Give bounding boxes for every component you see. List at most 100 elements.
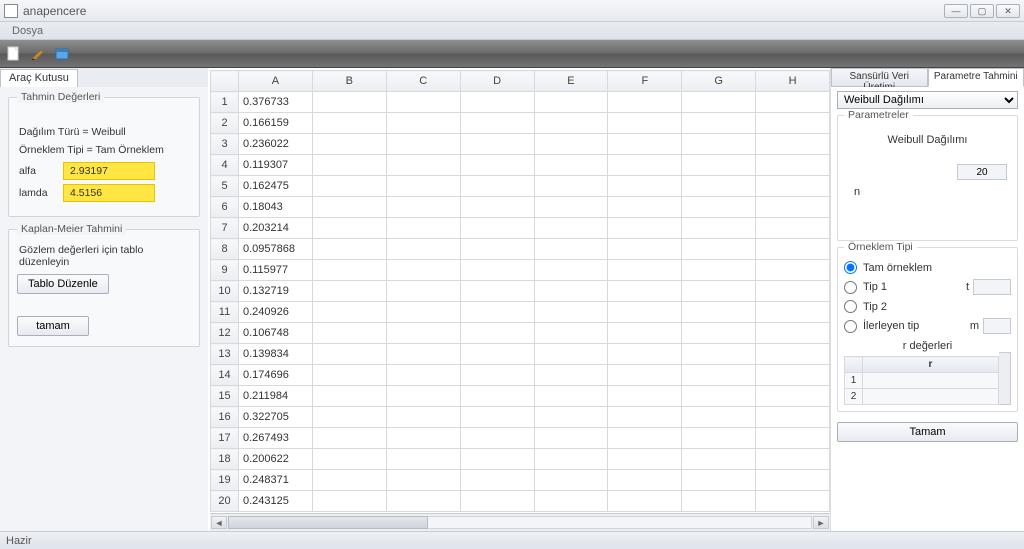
cell[interactable] [608, 365, 682, 386]
cell[interactable] [682, 407, 756, 428]
cell[interactable]: 0.211984 [239, 386, 313, 407]
tamam-button[interactable]: Tamam [837, 422, 1018, 442]
cell[interactable]: 0.200622 [239, 449, 313, 470]
cell[interactable] [460, 260, 534, 281]
scroll-left-arrow-icon[interactable]: ◄ [211, 516, 227, 529]
left-tab-toolbox[interactable]: Araç Kutusu [0, 69, 78, 87]
cell[interactable] [756, 491, 830, 512]
cell[interactable] [756, 176, 830, 197]
new-icon[interactable] [6, 46, 22, 62]
cell[interactable] [386, 113, 460, 134]
tab-parameter-estimate[interactable]: Parametre Tahmini [928, 68, 1024, 87]
cell[interactable] [534, 155, 608, 176]
cell[interactable] [608, 302, 682, 323]
row-header[interactable]: 14 [211, 365, 239, 386]
row-header[interactable]: 20 [211, 491, 239, 512]
cell[interactable]: 0.115977 [239, 260, 313, 281]
m-input[interactable] [983, 318, 1011, 334]
cell[interactable] [312, 428, 386, 449]
row-header[interactable]: 4 [211, 155, 239, 176]
cell[interactable] [608, 197, 682, 218]
edit-icon[interactable] [30, 46, 46, 62]
scroll-thumb[interactable] [228, 516, 428, 529]
data-grid[interactable]: ABCDEFGH10.37673320.16615930.23602240.11… [210, 70, 830, 512]
cell[interactable] [312, 386, 386, 407]
cell[interactable] [386, 323, 460, 344]
cell[interactable] [608, 113, 682, 134]
cell[interactable] [312, 176, 386, 197]
cell[interactable] [756, 449, 830, 470]
menu-file[interactable]: Dosya [6, 23, 49, 39]
cell[interactable] [534, 449, 608, 470]
cell[interactable] [756, 386, 830, 407]
row-header[interactable]: 19 [211, 470, 239, 491]
cell[interactable] [312, 113, 386, 134]
minimize-button[interactable]: — [944, 4, 968, 18]
row-header[interactable]: 5 [211, 176, 239, 197]
cell[interactable] [682, 92, 756, 113]
radio-tip1[interactable] [844, 281, 857, 294]
r-table-scrollbar[interactable] [999, 352, 1011, 405]
cell[interactable]: 0.166159 [239, 113, 313, 134]
cell[interactable]: 0.236022 [239, 134, 313, 155]
cell[interactable] [460, 323, 534, 344]
cell[interactable] [608, 386, 682, 407]
cell[interactable] [682, 344, 756, 365]
col-header[interactable]: A [239, 71, 313, 92]
col-header[interactable]: G [682, 71, 756, 92]
cell[interactable] [756, 239, 830, 260]
cell[interactable] [386, 260, 460, 281]
cell[interactable] [682, 134, 756, 155]
open-icon[interactable] [54, 46, 70, 62]
cell[interactable] [534, 491, 608, 512]
cell[interactable] [682, 428, 756, 449]
cell[interactable] [608, 239, 682, 260]
cell[interactable]: 0.162475 [239, 176, 313, 197]
cell[interactable]: 0.240926 [239, 302, 313, 323]
col-header[interactable]: H [756, 71, 830, 92]
cell[interactable] [460, 344, 534, 365]
cell[interactable] [460, 239, 534, 260]
cell[interactable] [386, 470, 460, 491]
radio-progressive[interactable] [844, 320, 857, 333]
cell[interactable]: 0.0957868 [239, 239, 313, 260]
row-header[interactable]: 11 [211, 302, 239, 323]
row-header[interactable]: 3 [211, 134, 239, 155]
tab-censored-data[interactable]: Sansürlü Veri Üretimi [831, 68, 928, 87]
cell[interactable]: 0.106748 [239, 323, 313, 344]
cell[interactable] [460, 470, 534, 491]
cell[interactable] [386, 386, 460, 407]
cell[interactable]: 0.248371 [239, 470, 313, 491]
cell[interactable] [608, 260, 682, 281]
cell[interactable]: 0.18043 [239, 197, 313, 218]
col-header[interactable]: E [534, 71, 608, 92]
cell[interactable] [534, 428, 608, 449]
cell[interactable] [460, 491, 534, 512]
cell[interactable] [386, 176, 460, 197]
cell[interactable] [534, 386, 608, 407]
cell[interactable] [682, 491, 756, 512]
cell[interactable] [460, 386, 534, 407]
cell[interactable] [534, 113, 608, 134]
cell[interactable] [608, 218, 682, 239]
cell[interactable] [386, 197, 460, 218]
cell[interactable] [312, 491, 386, 512]
cell[interactable] [534, 344, 608, 365]
cell[interactable] [460, 92, 534, 113]
cell[interactable] [682, 365, 756, 386]
close-button[interactable]: ✕ [996, 4, 1020, 18]
cell[interactable] [386, 449, 460, 470]
cell[interactable] [534, 176, 608, 197]
cell[interactable] [682, 176, 756, 197]
radio-full-sample[interactable] [844, 261, 857, 274]
cell[interactable] [386, 428, 460, 449]
cell[interactable] [460, 134, 534, 155]
cell[interactable] [386, 344, 460, 365]
row-header[interactable]: 16 [211, 407, 239, 428]
cell[interactable] [460, 407, 534, 428]
cell[interactable] [756, 428, 830, 449]
cell[interactable]: 0.203214 [239, 218, 313, 239]
cell[interactable] [756, 113, 830, 134]
cell[interactable] [608, 155, 682, 176]
cell[interactable] [682, 239, 756, 260]
